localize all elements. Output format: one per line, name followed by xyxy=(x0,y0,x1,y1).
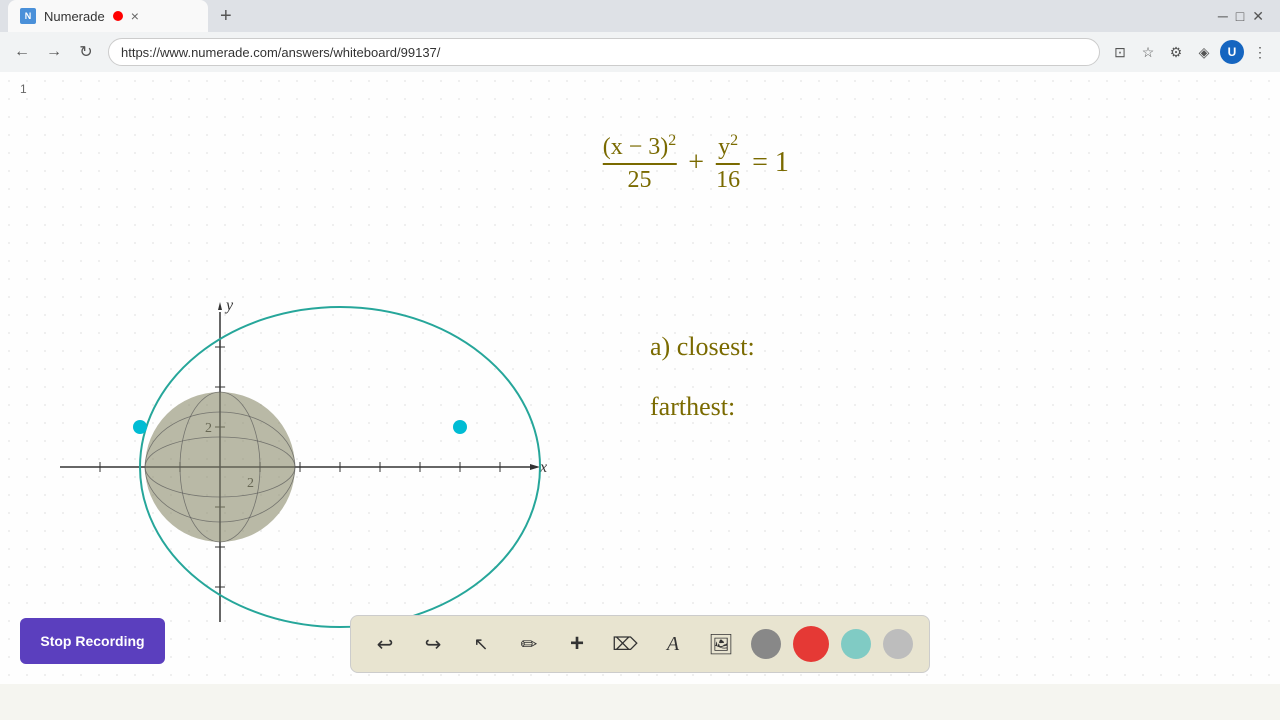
tab-title: Numerade xyxy=(44,9,105,24)
refresh-button[interactable]: ↻ xyxy=(72,38,100,66)
close-button[interactable]: ✕ xyxy=(1252,8,1264,25)
text-icon: A xyxy=(667,633,679,656)
select-button[interactable]: ↖ xyxy=(463,626,499,662)
add-button[interactable]: + xyxy=(559,626,595,662)
image-icon: 🖼 xyxy=(708,632,733,657)
color-gray-button[interactable] xyxy=(751,629,781,659)
color-red-button[interactable] xyxy=(793,626,829,662)
nav-icons: ⊡ ☆ ⚙ ◈ U ⋮ xyxy=(1108,40,1272,64)
undo-button[interactable]: ↩ xyxy=(367,626,403,662)
plus-icon: + xyxy=(570,630,584,658)
math-formula: (x − 3)2 25 + y2 16 = 1 xyxy=(603,132,789,194)
plus-sign: + xyxy=(688,147,704,179)
toolbar-container: ↩ ↪ ↖ ✏ + ⌦ A 🖼 xyxy=(350,615,930,673)
coordinate-graph: x y 2 2 xyxy=(30,302,550,632)
active-tab[interactable]: N Numerade × xyxy=(8,0,208,32)
color-lightgray-button[interactable] xyxy=(883,629,913,659)
minimize-button[interactable]: ─ xyxy=(1218,8,1228,24)
url-text: https://www.numerade.com/answers/whitebo… xyxy=(121,45,440,60)
fraction-2: y2 16 xyxy=(716,132,740,194)
tab-favicon: N xyxy=(20,8,36,24)
equals-one: = 1 xyxy=(752,147,789,179)
maximize-button[interactable]: □ xyxy=(1236,8,1244,24)
user-avatar[interactable]: U xyxy=(1220,40,1244,64)
stop-recording-button[interactable]: Stop Recording xyxy=(20,618,165,664)
browser-chrome: N Numerade × + ─ □ ✕ ← → ↻ https://www.n… xyxy=(0,0,1280,72)
closest-label: a) closest: xyxy=(650,332,755,362)
menu-icon[interactable]: ⋮ xyxy=(1248,40,1272,64)
text-button[interactable]: A xyxy=(655,626,691,662)
pencil-button[interactable]: ✏ xyxy=(511,626,547,662)
cast-icon[interactable]: ⊡ xyxy=(1108,40,1132,64)
text-area: a) closest: farthest: xyxy=(650,332,755,452)
redo-button[interactable]: ↪ xyxy=(415,626,451,662)
numerator-1: (x − 3)2 xyxy=(603,132,677,163)
page-number-label: 1 xyxy=(20,82,27,96)
fraction-1: (x − 3)2 25 xyxy=(603,132,677,194)
bookmark-icon[interactable]: ☆ xyxy=(1136,40,1160,64)
navigation-bar: ← → ↻ https://www.numerade.com/answers/w… xyxy=(0,32,1280,72)
pencil-icon: ✏ xyxy=(521,632,538,657)
bottom-toolbar: Stop Recording ↩ ↪ ↖ ✏ + ⌦ A xyxy=(0,604,1280,684)
redo-icon: ↪ xyxy=(425,632,442,657)
color-teal-button[interactable] xyxy=(841,629,871,659)
eraser-button[interactable]: ⌦ xyxy=(607,626,643,662)
cursor-icon: ↖ xyxy=(473,634,488,655)
graph-area: x y 2 2 xyxy=(30,302,550,632)
svg-text:y: y xyxy=(224,302,234,314)
back-button[interactable]: ← xyxy=(8,38,36,66)
denominator-2: 16 xyxy=(716,165,740,194)
denominator-1: 25 xyxy=(628,165,652,194)
image-button[interactable]: 🖼 xyxy=(703,626,739,662)
extension1-icon[interactable]: ⚙ xyxy=(1164,40,1188,64)
title-bar: N Numerade × + ─ □ ✕ xyxy=(0,0,1280,32)
undo-icon: ↩ xyxy=(377,632,394,657)
eraser-icon: ⌦ xyxy=(612,634,637,655)
address-bar[interactable]: https://www.numerade.com/answers/whitebo… xyxy=(108,38,1100,66)
extension2-icon[interactable]: ◈ xyxy=(1192,40,1216,64)
formula-area: (x − 3)2 25 + y2 16 = 1 xyxy=(603,132,789,194)
new-tab-button[interactable]: + xyxy=(212,5,240,28)
page-content: 1 (x − 3)2 25 + y2 16 = 1 xyxy=(0,72,1280,684)
numerator-2: y2 xyxy=(718,132,738,163)
recording-indicator xyxy=(113,11,123,21)
forward-button[interactable]: → xyxy=(40,38,68,66)
page-number: 1 xyxy=(20,82,27,96)
tab-close-button[interactable]: × xyxy=(131,8,139,24)
farthest-label: farthest: xyxy=(650,392,755,422)
